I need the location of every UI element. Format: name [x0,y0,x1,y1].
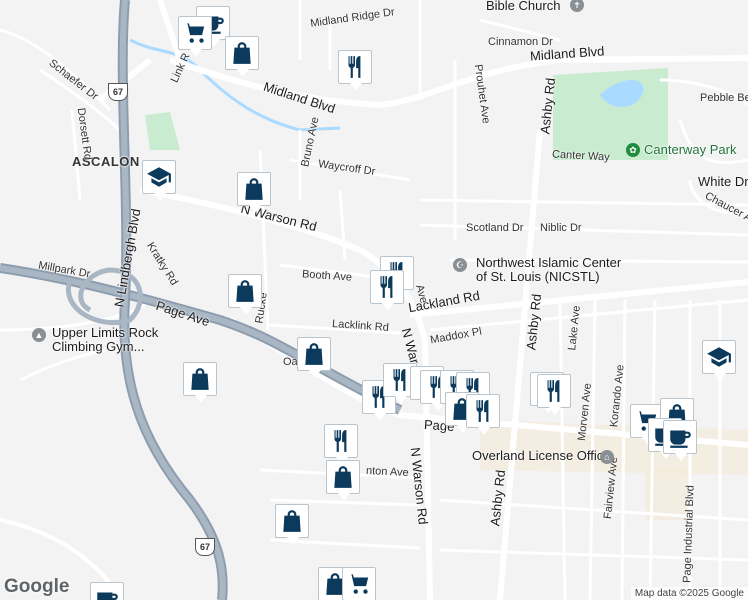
place-label[interactable]: Canterway Park [644,143,736,156]
restaurant-marker[interactable] [370,270,404,311]
cafe-marker[interactable] [90,582,124,600]
cart-marker[interactable] [342,567,376,600]
shopping-marker[interactable] [225,36,259,77]
gym-icon: ▲ [32,328,46,342]
park-icon: ✿ [626,143,640,157]
shopping-icon [191,368,209,390]
place-label[interactable]: Overland License Office [472,449,611,462]
road-label: Cinnamon Dr [488,36,553,48]
shopping-icon [305,343,323,365]
restaurant-icon [380,276,393,298]
restaurant-marker[interactable] [324,424,358,465]
highways [0,0,403,600]
school-marker[interactable] [702,340,736,381]
map-canvas[interactable]: 67 67 ASCALON Midland Ridge Dr Midland B… [0,0,748,600]
shopping-marker[interactable] [297,337,331,378]
restaurant-icon [547,380,560,402]
road-label: Scotland Dr [466,222,524,234]
cafe-icon [670,430,691,448]
restaurant-marker[interactable] [537,374,571,415]
school-icon [147,167,171,187]
place-label[interactable]: Upper Limits Rock Climbing Gym... [52,326,158,354]
restaurant-marker[interactable] [338,50,372,91]
government-icon: ⌂ [600,450,614,464]
road-label: Oa [283,356,298,368]
restaurant-icon [476,400,489,422]
road-label: White Dr [698,174,748,189]
highway-shield: 67 [195,538,215,556]
school-marker[interactable] [142,160,176,201]
mosque-icon: ☪ [453,258,467,272]
park-area [145,112,180,150]
shopping-marker[interactable] [183,362,217,403]
map-attribution[interactable]: Map data ©2025 Google [630,587,748,600]
school-icon [707,347,731,367]
shopping-marker[interactable] [228,274,262,315]
cafe-icon [97,592,118,600]
shopping-icon [233,42,251,64]
road-label: Pebble Bea [700,92,748,104]
google-logo: Google [4,576,70,597]
road-label: nton Ave [365,464,409,480]
shopping-icon [334,466,352,488]
shopping-icon [245,178,263,200]
restaurant-icon [348,56,361,78]
cart-icon [184,23,205,43]
place-label[interactable]: Northwest Islamic Center of St. Louis (N… [476,256,621,284]
shopping-marker[interactable] [275,504,309,545]
shopping-marker[interactable] [237,172,271,213]
highway-shield: 67 [108,83,128,101]
shopping-marker[interactable] [326,460,360,501]
cafe-marker[interactable] [663,420,697,461]
place-label[interactable]: Bible Church [486,0,560,12]
cart-icon [348,574,369,594]
cart-marker[interactable] [178,16,212,57]
restaurant-marker[interactable] [466,394,500,435]
shopping-icon [283,510,301,532]
road-label: Niblic Dr [540,222,582,234]
restaurant-icon [334,430,347,452]
shopping-icon [236,280,254,302]
